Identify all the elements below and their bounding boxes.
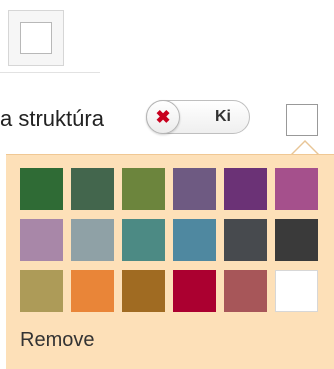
- color-swatch[interactable]: [20, 168, 63, 210]
- color-swatch[interactable]: [224, 168, 267, 210]
- close-icon: ✖: [155, 107, 171, 127]
- color-palette-popup: Remove: [6, 154, 334, 369]
- remove-color-link[interactable]: Remove: [20, 329, 94, 352]
- color-swatch[interactable]: [275, 168, 318, 210]
- color-swatch[interactable]: [173, 270, 216, 312]
- color-swatch[interactable]: [71, 219, 114, 261]
- color-swatch[interactable]: [275, 219, 318, 261]
- color-swatch[interactable]: [224, 219, 267, 261]
- color-swatch[interactable]: [20, 219, 63, 261]
- toolbar-row: a struktúra ✖ Ki: [0, 86, 334, 152]
- color-swatch-button[interactable]: [8, 10, 64, 66]
- color-swatch[interactable]: [173, 219, 216, 261]
- toggle-label: Ki: [215, 108, 231, 125]
- structure-toggle[interactable]: ✖ Ki: [146, 100, 250, 134]
- top-strip: [0, 0, 334, 84]
- color-swatch[interactable]: [173, 168, 216, 210]
- color-swatch[interactable]: [224, 270, 267, 312]
- color-swatch[interactable]: [122, 168, 165, 210]
- color-swatch[interactable]: [122, 219, 165, 261]
- color-swatch[interactable]: [20, 270, 63, 312]
- color-swatch[interactable]: [275, 270, 318, 312]
- toggle-knob[interactable]: ✖: [146, 100, 180, 134]
- color-swatch[interactable]: [71, 168, 114, 210]
- color-picker-button[interactable]: [278, 96, 326, 144]
- structure-label: a struktúra: [0, 106, 104, 131]
- empty-color-icon: [286, 104, 318, 136]
- divider: [0, 72, 100, 73]
- color-swatch[interactable]: [122, 270, 165, 312]
- empty-color-icon: [20, 22, 52, 54]
- color-swatch[interactable]: [71, 270, 114, 312]
